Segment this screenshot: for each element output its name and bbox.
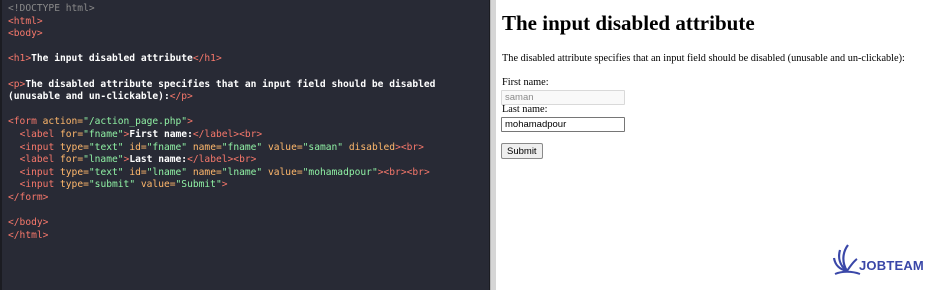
code-token: "fname" — [83, 128, 124, 140]
code-line: <body> — [8, 28, 435, 41]
last-name-field[interactable] — [501, 117, 625, 132]
code-token: "fname" — [146, 141, 193, 153]
code-token: </form> — [8, 191, 49, 203]
code-line: <input type="text" id="lname" name="lnam… — [8, 167, 435, 180]
code-line: <form action="/action_page.php"> — [8, 116, 435, 129]
code-line: <label for="lname">Last name:</label><br… — [8, 154, 435, 167]
code-token: "saman" — [302, 141, 349, 153]
code-line: </form> — [8, 192, 435, 205]
logo-text: JOBTEAM — [859, 258, 924, 273]
code-token: type= — [60, 166, 89, 178]
code-token: (unusable and un-clickable): — [8, 91, 170, 103]
code-token: disabled — [348, 141, 396, 153]
code-token: id= — [129, 166, 147, 178]
code-line: (unusable and un-clickable):</p> — [8, 91, 435, 104]
code-token: <input — [19, 179, 60, 191]
code-token: type= — [60, 179, 89, 191]
code-token: for= — [60, 154, 84, 166]
code-token: </h1> — [192, 53, 222, 65]
code-token: <input — [19, 166, 60, 178]
code-token: > — [221, 179, 228, 191]
page-title: The input disabled attribute — [502, 11, 755, 35]
submit-button[interactable] — [501, 143, 543, 159]
code-line: </html> — [8, 230, 435, 243]
code-token: value= — [267, 166, 303, 178]
description-paragraph: The disabled attribute specifies that an… — [502, 53, 905, 64]
code-editor-pane[interactable]: <!DOCTYPE html> <html> <body> <h1>The input… — [0, 0, 490, 290]
code-token: <label — [19, 128, 60, 140]
code-token: </label><br> — [192, 128, 263, 140]
first-name-field — [501, 90, 625, 105]
code-token: Last name: — [129, 154, 188, 166]
code-token: <input — [19, 141, 60, 153]
first-name-label: First name: — [502, 77, 549, 88]
code-line: </body> — [8, 217, 435, 230]
code-token: The input disabled attribute — [31, 53, 193, 65]
code-token: "text" — [88, 141, 130, 153]
code-token: First name: — [129, 128, 193, 140]
code-token: <form — [8, 116, 43, 128]
code-editor[interactable]: <!DOCTYPE html> <html> <body> <h1>The input… — [8, 3, 435, 242]
code-line: <html> — [8, 16, 435, 29]
code-token: "lname" — [146, 166, 193, 178]
jobteam-logo: JOBTEAM — [833, 241, 933, 281]
code-token: "fname" — [221, 141, 268, 153]
code-token: ><br> — [395, 141, 424, 153]
code-token: "lname" — [83, 154, 124, 166]
code-token: "mohamadpour" — [302, 166, 378, 178]
code-line: <!DOCTYPE html> — [8, 3, 435, 16]
code-token: </body> — [8, 217, 49, 229]
code-token: "Submit" — [175, 179, 222, 191]
code-token: </html> — [8, 229, 49, 241]
code-token: <h1> — [8, 53, 32, 65]
last-name-label: Last name: — [502, 104, 548, 115]
code-line: <label for="fname">First name:</label><b… — [8, 129, 435, 142]
code-line: <p>The disabled attribute specifies that… — [8, 79, 435, 92]
code-token: > — [187, 116, 193, 128]
code-line: <h1>The input disabled attribute</h1> — [8, 53, 435, 66]
code-token: "submit" — [88, 179, 141, 191]
code-token: "/action_page.php" — [83, 116, 188, 128]
code-token: value= — [267, 141, 303, 153]
code-token: type= — [60, 141, 89, 153]
code-token: value= — [140, 179, 176, 191]
code-token: <p> — [8, 78, 26, 90]
code-token: <body> — [8, 28, 43, 40]
code-token: id= — [129, 141, 147, 153]
code-token: <label — [19, 154, 60, 166]
code-token: "text" — [88, 166, 130, 178]
code-token: The disabled attribute specifies that an… — [25, 78, 436, 90]
code-token: "lname" — [221, 166, 268, 178]
book-icon — [833, 244, 861, 275]
code-token: for= — [60, 128, 84, 140]
code-token: name= — [192, 141, 222, 153]
code-token: </p> — [169, 91, 193, 103]
code-line: <input type="text" id="fname" name="fnam… — [8, 142, 435, 155]
code-token: </label><br> — [187, 154, 257, 166]
code-token: <html> — [8, 15, 43, 27]
code-token: <!DOCTYPE html> — [8, 3, 95, 14]
code-token: ><br><br> — [377, 166, 430, 178]
code-token: name= — [192, 166, 222, 178]
code-line: <input type="submit" value="Submit"> — [8, 179, 435, 192]
code-token: action= — [42, 116, 84, 128]
